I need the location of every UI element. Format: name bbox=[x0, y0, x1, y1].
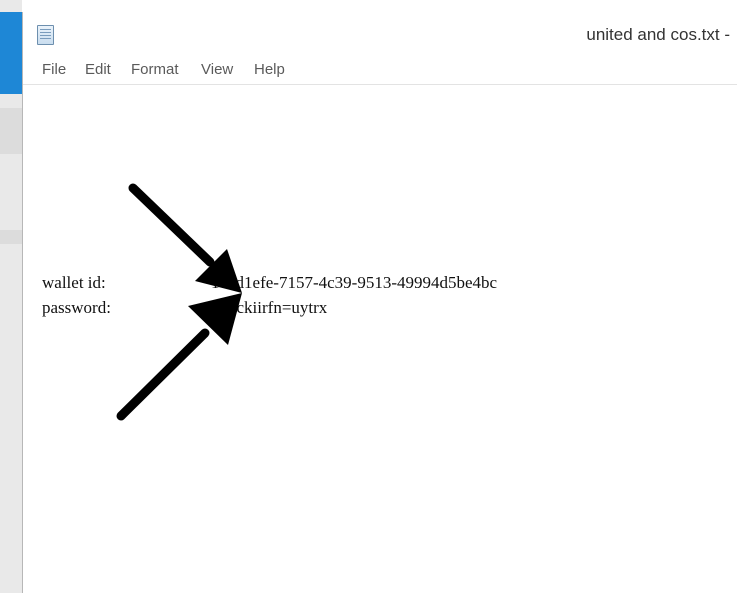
menu-help[interactable]: Help bbox=[254, 61, 285, 78]
background-band bbox=[0, 108, 22, 154]
window-title: united and cos.txt - bbox=[586, 25, 730, 44]
wallet-id-value: 1c6d1efe-7157-4c39-9513-49994d5be4bc bbox=[211, 273, 498, 292]
menu-file[interactable]: File bbox=[42, 61, 66, 78]
menu-bar: File Edit Format View Help bbox=[23, 58, 737, 85]
background-left-panel bbox=[0, 0, 22, 593]
notepad-icon[interactable] bbox=[37, 25, 54, 45]
menu-edit[interactable]: Edit bbox=[85, 61, 111, 78]
menu-view[interactable]: View bbox=[201, 61, 233, 78]
wallet-id-label: wallet id: bbox=[42, 273, 106, 292]
title-bar[interactable]: united and cos.txt - bbox=[23, 12, 737, 58]
text-editor-area[interactable]: wallet id: 1c6d1efe-7157-4c39-9513-49994… bbox=[23, 85, 737, 593]
password-label: password: bbox=[42, 298, 111, 317]
background-blue-strip bbox=[0, 12, 22, 94]
notepad-window: united and cos.txt - File Edit Format Vi… bbox=[22, 12, 737, 593]
background-band bbox=[0, 230, 22, 244]
password-value: hbdckiirfn=uytrx bbox=[211, 298, 328, 317]
menu-format[interactable]: Format bbox=[131, 61, 179, 78]
